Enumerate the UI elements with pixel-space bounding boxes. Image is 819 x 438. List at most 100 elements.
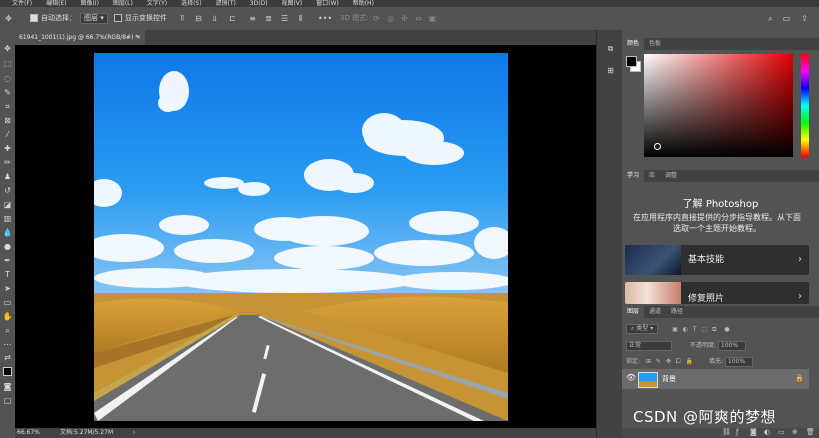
link-layers-icon[interactable]: ⛓ [722, 428, 731, 436]
status-menu-arrow-icon[interactable]: › [133, 428, 135, 438]
tab-libraries[interactable]: 库 [644, 170, 660, 182]
frame-tool-icon[interactable]: ⊠ [2, 116, 13, 126]
tab-swatches[interactable]: 色板 [644, 38, 666, 50]
adjustment-layer-icon[interactable]: ◐ [764, 428, 770, 436]
hand-tool-icon[interactable]: ✋ [2, 312, 13, 322]
foreground-color-swatch[interactable] [3, 367, 12, 376]
tab-channels[interactable]: 通道 [644, 306, 666, 318]
new-group-icon[interactable]: ▭ [778, 428, 785, 436]
3d-orbit-icon[interactable]: ⟳ [372, 14, 381, 23]
tab-learn[interactable]: 学习 [622, 170, 645, 182]
align-left-icon[interactable]: ⊏ [228, 14, 237, 23]
pen-tool-icon[interactable]: ✒ [2, 256, 13, 266]
move-tool-icon[interactable]: ✥ [2, 44, 13, 54]
filter-pixel-icon[interactable]: ▣ [672, 326, 678, 333]
menu-item-layer[interactable]: 图层(L) [113, 0, 133, 7]
distribute-horizontal-icon[interactable]: ⦀ [296, 14, 305, 23]
trash-icon[interactable]: 🗑 [806, 428, 815, 436]
path-select-tool-icon[interactable]: ➤ [2, 284, 13, 294]
fx-icon[interactable]: ƒ [736, 428, 738, 436]
add-mask-icon[interactable]: ◙ [750, 428, 757, 436]
color-picker-field[interactable] [644, 54, 793, 157]
eyedropper-tool-icon[interactable]: ⁄ [2, 130, 13, 140]
align-vcenter-icon[interactable]: ⊟ [194, 14, 203, 23]
tab-color[interactable]: 颜色 [622, 38, 645, 50]
lasso-tool-icon[interactable]: ◌ [2, 74, 13, 84]
3d-slide-icon[interactable]: ⇔ [414, 14, 423, 23]
marquee-tool-icon[interactable]: ⬚ [2, 59, 13, 69]
properties-panel-icon[interactable]: ⊞ [605, 66, 616, 76]
menu-item-image[interactable]: 图像(I) [80, 0, 98, 7]
3d-scale-icon[interactable]: ▣ [428, 14, 437, 23]
new-layer-icon[interactable]: ⊕ [792, 428, 798, 436]
more-tools-icon[interactable]: ⋯ [2, 340, 13, 350]
eraser-tool-icon[interactable]: ◪ [2, 200, 13, 210]
search-icon[interactable]: ⌕ [766, 14, 775, 23]
zoom-tool-icon[interactable]: ⌕ [2, 326, 13, 336]
align-top-icon[interactable]: ⫪ [178, 14, 187, 23]
lock-position-icon[interactable]: ✥ [666, 358, 671, 365]
move-tool-icon[interactable]: ✥ [4, 14, 13, 23]
tab-paths[interactable]: 路径 [666, 306, 688, 318]
screen-mode-icon[interactable]: ▢ [2, 396, 13, 406]
menu-item-help[interactable]: 帮助(H) [353, 0, 374, 7]
layer-filter-dropdown[interactable]: ⌕ 类型 ▾ [626, 324, 659, 334]
quick-select-tool-icon[interactable]: ✎ [2, 88, 13, 98]
zoom-level[interactable]: 66.67% [17, 428, 40, 438]
menu-item-filter[interactable]: 滤镜(T) [216, 0, 236, 7]
menu-item-select[interactable]: 选择(S) [181, 0, 202, 7]
fill-input[interactable]: 100% [724, 356, 753, 367]
distribute-center-icon[interactable]: ≣ [264, 14, 273, 23]
learn-card-basic-skills[interactable]: 基本技能 › [625, 245, 809, 275]
auto-select-checkbox[interactable]: 自动选择： [30, 14, 76, 23]
menu-item-edit[interactable]: 编辑(E) [46, 0, 66, 7]
foreground-swatch[interactable] [626, 56, 637, 67]
menu-item-3d[interactable]: 3D(D) [250, 0, 268, 7]
brush-tool-icon[interactable]: ✏ [2, 158, 13, 168]
menu-item-file[interactable]: 文件(F) [12, 0, 32, 7]
history-panel-icon[interactable]: ⧉ [605, 44, 616, 54]
lock-artboard-icon[interactable]: ⧠ [676, 358, 681, 365]
gradient-tool-icon[interactable]: ▥ [2, 214, 13, 224]
document-image[interactable] [94, 53, 508, 421]
color-picker-cursor-icon[interactable] [654, 143, 661, 150]
blend-mode-dropdown[interactable]: 正常 [626, 340, 672, 351]
tab-layers[interactable]: 图层 [622, 306, 645, 318]
filter-smart-icon[interactable]: ⧉ [712, 326, 716, 333]
filter-type-icon[interactable]: T [693, 326, 697, 333]
lock-all-icon[interactable]: 🔒 [686, 358, 693, 365]
3d-pan-icon[interactable]: ✣ [400, 14, 409, 23]
type-tool-icon[interactable]: T [2, 270, 13, 280]
clone-stamp-tool-icon[interactable]: ♟ [2, 172, 13, 182]
workspace-icon[interactable]: ▭ [782, 14, 791, 23]
document-tab[interactable]: 61941_1001(1).jpg @ 66.7%(RGB/8#) * × [15, 30, 145, 45]
crop-tool-icon[interactable]: ⌗ [2, 102, 13, 112]
show-transform-checkbox[interactable]: 显示变换控件 [114, 14, 167, 23]
close-tab-icon[interactable]: × [136, 30, 141, 45]
eye-visibility-icon[interactable]: 👁 [626, 373, 636, 382]
hue-slider[interactable] [801, 54, 809, 157]
layer-row[interactable]: 👁 背景 🔒 [622, 369, 809, 389]
align-bottom-icon[interactable]: ⫫ [210, 14, 219, 23]
healing-brush-tool-icon[interactable]: ✚ [2, 144, 13, 154]
distribute-top-icon[interactable]: ≡ [248, 14, 257, 23]
menu-item-type[interactable]: 文字(Y) [147, 0, 167, 7]
learn-card-fix-photos[interactable]: 修复照片 › [625, 282, 809, 304]
filter-shape-icon[interactable]: ⬚ [702, 326, 708, 333]
share-icon[interactable]: ⇪ [800, 14, 809, 23]
more-options-icon[interactable]: ••• [318, 14, 332, 23]
quick-mask-icon[interactable]: ◙ [2, 382, 13, 392]
menu-item-view[interactable]: 视图(V) [281, 0, 302, 7]
lock-pixels-icon[interactable]: ⊞ [646, 358, 651, 365]
dodge-tool-icon[interactable]: ● [2, 242, 13, 252]
rectangle-tool-icon[interactable]: ▭ [2, 298, 13, 308]
menu-item-window[interactable]: 窗口(W) [316, 0, 339, 7]
layer-name[interactable]: 背景 [662, 374, 676, 384]
auto-select-dropdown[interactable]: 图层 ▾ [80, 13, 108, 24]
lock-paint-icon[interactable]: ✎ [656, 358, 661, 365]
history-brush-tool-icon[interactable]: ↺ [2, 186, 13, 196]
tab-adjustments[interactable]: 调整 [660, 170, 682, 182]
distribute-bottom-icon[interactable]: ☰ [280, 14, 289, 23]
opacity-input[interactable]: 100% [717, 340, 746, 351]
filter-toggle-icon[interactable]: ● [724, 326, 729, 333]
